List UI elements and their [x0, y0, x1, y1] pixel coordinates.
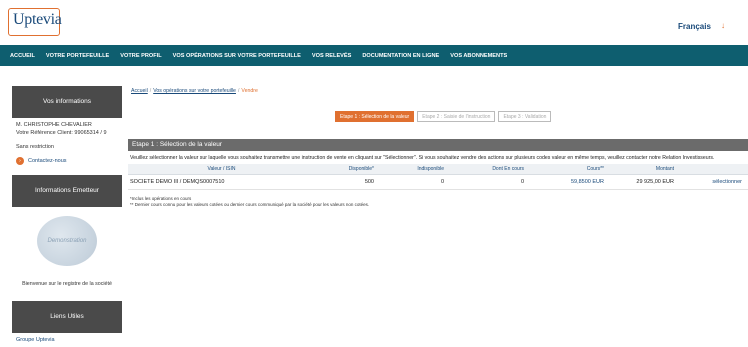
- main-content: Accueil / Vos opérations sur votre portefe…: [128, 86, 748, 207]
- issuer-panel-title: Informations Emetteur: [12, 175, 122, 207]
- table-row: SOCIETE DEMO III / DEMQS0007510 500 0 0 …: [128, 174, 748, 190]
- header: Uptevia Français ↓: [0, 0, 748, 45]
- restriction-status: Sans restriction: [16, 144, 54, 150]
- header-montant: Montant: [610, 164, 680, 175]
- select-link[interactable]: sélectionner: [680, 174, 748, 190]
- cell-disponible: 500: [313, 174, 380, 190]
- breadcrumb-separator: /: [237, 88, 240, 94]
- breadcrumb: Accueil / Vos opérations sur votre portefe…: [128, 86, 748, 96]
- securities-table: Valeur / ISIN Disponible* Indisponible D…: [128, 164, 748, 190]
- nav-item-documentation[interactable]: DOCUMENTATION EN LIGNE: [362, 53, 439, 59]
- breadcrumb-home[interactable]: Accueil: [131, 88, 148, 94]
- cell-valeur: SOCIETE DEMO III / DEMQS0007510: [128, 174, 313, 190]
- demonstration-logo: Demonstration: [37, 216, 97, 266]
- selection-panel: Etape 1 : Sélection de la valeur Veuille…: [128, 139, 748, 208]
- links-panel-title: Liens Utiles: [12, 301, 122, 333]
- arrow-right-icon: ›: [16, 157, 24, 165]
- cell-montant: 29 925,00 EUR: [610, 174, 680, 190]
- language-selector[interactable]: Français: [678, 22, 711, 31]
- header-cours: Cours**: [530, 164, 610, 175]
- step-1: Etape 1 : Sélection de la valeur: [335, 111, 415, 122]
- welcome-text: Bienvenue sur le registre de la société: [22, 281, 112, 287]
- header-encours: Dont En cours: [450, 164, 530, 175]
- nav-item-operations[interactable]: VOS OPÉRATIONS SUR VOTRE PORTEFEUILLE: [173, 53, 301, 59]
- header-disponible: Disponible*: [313, 164, 380, 175]
- contact-label: Contactez-nous: [28, 158, 67, 164]
- step-2: Etape 2 : Saisie de l'instruction: [417, 111, 496, 122]
- links-panel: Groupe Uptevia: [12, 333, 122, 347]
- panel-title: Etape 1 : Sélection de la valeur: [128, 139, 748, 151]
- client-reference: Votre Référence Client: 99065314 / 9: [16, 130, 107, 136]
- issuer-panel: Demonstration Bienvenue sur le registre …: [12, 207, 122, 297]
- cell-encours: 0: [450, 174, 530, 190]
- demo-logo-text: Demonstration: [47, 238, 87, 244]
- cell-indisponible: 0: [380, 174, 450, 190]
- nav-item-abonnements[interactable]: VOS ABONNEMENTS: [450, 53, 507, 59]
- holder-name: M. CHRISTOPHE CHEVALIER: [16, 122, 92, 128]
- sidebar: Vos informations M. CHRISTOPHE CHEVALIER…: [12, 86, 122, 347]
- nav-item-portefeuille[interactable]: VOTRE PORTEFEUILLE: [46, 53, 109, 59]
- info-panel: M. CHRISTOPHE CHEVALIER Votre Référence …: [12, 118, 122, 171]
- nav-item-profil[interactable]: VOTRE PROFIL: [120, 53, 161, 59]
- group-uptevia-link[interactable]: Groupe Uptevia: [12, 333, 122, 347]
- nav-item-accueil[interactable]: ACCUEIL: [10, 53, 35, 59]
- table-header-row: Valeur / ISIN Disponible* Indisponible D…: [128, 164, 748, 175]
- step-3: Etape 3 : Validation: [498, 111, 552, 122]
- breadcrumb-current: Vendre: [241, 88, 258, 94]
- chevron-down-icon[interactable]: ↓: [721, 22, 731, 30]
- header-action: [680, 164, 748, 175]
- contact-link[interactable]: › Contactez-nous: [12, 151, 122, 171]
- footnote-2: ** Dernier cours connu pour les valeurs …: [130, 201, 370, 207]
- header-indisponible: Indisponible: [380, 164, 450, 175]
- footnotes: *Inclus les opérations en cours ** Derni…: [128, 190, 748, 208]
- info-panel-title: Vos informations: [12, 86, 122, 118]
- issuer-logo-area: Demonstration: [12, 207, 122, 275]
- uptevia-logo[interactable]: Uptevia: [8, 8, 62, 36]
- breadcrumb-operations[interactable]: Vos opérations sur votre portefeuille: [153, 88, 236, 94]
- logo-text: Uptevia: [13, 11, 62, 28]
- breadcrumb-separator: /: [149, 88, 152, 94]
- cell-cours[interactable]: 59,8500 EUR: [530, 174, 610, 190]
- instruction-text: Veuillez sélectionner la valeur sur laqu…: [130, 155, 715, 161]
- nav-item-releves[interactable]: VOS RELEVÉS: [312, 53, 351, 59]
- header-valeur: Valeur / ISIN: [128, 164, 313, 175]
- step-indicator: Etape 1 : Sélection de la valeur Etape 2…: [335, 111, 554, 122]
- main-nav: ACCUEIL VOTRE PORTEFEUILLE VOTRE PROFIL …: [0, 45, 748, 66]
